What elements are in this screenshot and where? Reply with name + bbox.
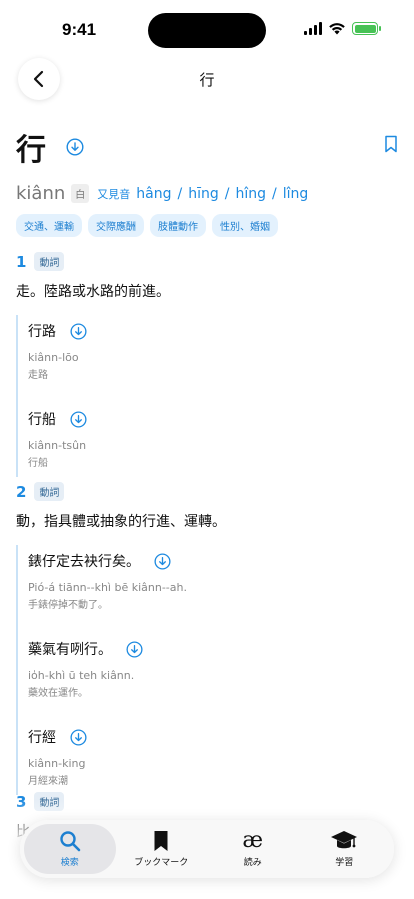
example-text: 行船 (28, 412, 56, 428)
sense-number: 1 (16, 252, 27, 271)
example-translation: 行船 (28, 458, 48, 469)
download-audio-icon[interactable] (66, 138, 84, 156)
download-audio-icon[interactable] (126, 640, 143, 658)
separator: / (177, 185, 183, 202)
sense-definition: 動，指具體或抽象的行進、運轉。 (16, 514, 226, 530)
sense-2: 2 動詞 動，指具體或抽象的行進、運轉。 錶仔定去袂行矣。 Pió-á tiān… (16, 482, 398, 795)
example-list: 行路 kiânn-lōo 走路 行船 kiânn-tsûn 行船 (16, 315, 398, 477)
tab-reading[interactable]: æ 読み (207, 824, 299, 874)
category-tag[interactable]: 交際應酬 (88, 214, 144, 237)
pronunciation-row: kiânn 白 又見音 hâng / hīng / hîng / lîng (16, 183, 398, 204)
alt-reading-link[interactable]: lîng (283, 186, 309, 202)
example-romanization: Pió-á tiānn--khì bē kiânn--ah. (28, 581, 187, 594)
nav-title: 行 (199, 71, 215, 89)
example-romanization: kiânn-king (28, 757, 86, 770)
example-romanization: kiânn-lōo (28, 351, 79, 364)
bookmark-icon (154, 831, 168, 851)
download-audio-icon[interactable] (70, 322, 87, 340)
tab-label: ブックマーク (134, 858, 189, 868)
example-romanization: io̍h-khì ū teh kiânn. (28, 669, 135, 682)
ae-icon: æ (242, 828, 264, 853)
tab-label: 読み (243, 858, 262, 868)
example-text: 行經 (28, 730, 56, 746)
graduation-cap-icon (331, 831, 358, 849)
battery-icon (352, 22, 381, 35)
search-icon (60, 831, 81, 852)
part-of-speech-badge: 動詞 (34, 482, 65, 501)
example-translation: 走路 (28, 370, 48, 381)
separator: / (272, 185, 277, 202)
example-item: 藥氣有咧行。 io̍h-khì ū teh kiânn. 藥效在運作。 (28, 633, 398, 707)
sense-number: 2 (16, 482, 27, 501)
example-translation: 藥效在運作。 (28, 688, 88, 699)
status-icons (304, 22, 381, 35)
download-audio-icon[interactable] (154, 552, 171, 570)
bookmark-icon[interactable] (384, 135, 398, 153)
example-item: 行船 kiânn-tsûn 行船 (28, 403, 398, 477)
headword: 行 (16, 133, 46, 168)
category-tag[interactable]: 肢體動作 (150, 214, 206, 237)
download-audio-icon[interactable] (70, 410, 87, 428)
dynamic-island (148, 13, 266, 48)
example-text: 錶仔定去袂行矣。 (28, 554, 140, 570)
cellular-signal-icon (304, 22, 322, 35)
example-text: 藥氣有咧行。 (28, 642, 112, 658)
entry-header: 行 kiânn 白 又見音 hâng / hīng / hîng / lîng … (16, 125, 398, 237)
tab-label: 検索 (60, 858, 79, 868)
alt-reading-link[interactable]: hâng (136, 186, 171, 202)
romanization: kiânn (16, 183, 66, 204)
wifi-icon (329, 23, 345, 35)
tab-bar: 検索 ブックマーク æ 読み 学習 (20, 820, 394, 878)
example-item: 行路 kiânn-lōo 走路 (28, 315, 398, 389)
reading-type-badge: 白 (71, 184, 90, 203)
tab-bookmarks[interactable]: ブックマーク (116, 824, 208, 874)
download-audio-icon[interactable] (70, 728, 87, 746)
alt-reading-link[interactable]: hīng (188, 186, 219, 202)
example-item: 錶仔定去袂行矣。 Pió-á tiānn--khì bē kiânn--ah. … (28, 545, 398, 619)
category-tag[interactable]: 交通、運輸 (16, 214, 82, 237)
sense-definition: 走。陸路或水路的前進。 (16, 284, 170, 300)
sense-1: 1 動詞 走。陸路或水路的前進。 行路 kiânn-lōo 走路 行船 kiân… (16, 252, 398, 477)
category-tag[interactable]: 性別、婚姻 (212, 214, 278, 237)
tab-search[interactable]: 検索 (24, 824, 116, 874)
example-item: 行經 kiânn-king 月經來潮 (28, 721, 398, 795)
tab-label: 学習 (335, 858, 354, 868)
tab-study[interactable]: 学習 (299, 824, 391, 874)
status-bar: 9:41 (0, 0, 414, 58)
separator: / (224, 185, 230, 202)
example-text: 行路 (28, 324, 56, 340)
alt-reading-link[interactable]: hîng (235, 186, 266, 202)
example-translation: 月經來潮 (28, 776, 68, 787)
example-translation: 手錶停掉不動了。 (28, 600, 108, 611)
alt-reading-label: 又見音 (97, 187, 131, 201)
part-of-speech-badge: 動詞 (34, 252, 65, 271)
nav-bar: 行 (0, 58, 414, 102)
example-list: 錶仔定去袂行矣。 Pió-á tiānn--khì bē kiânn--ah. … (16, 545, 398, 795)
example-romanization: kiânn-tsûn (28, 439, 87, 452)
status-time: 9:41 (62, 20, 97, 39)
category-tags: 交通、運輸 交際應酬 肢體動作 性別、婚姻 (16, 214, 398, 237)
